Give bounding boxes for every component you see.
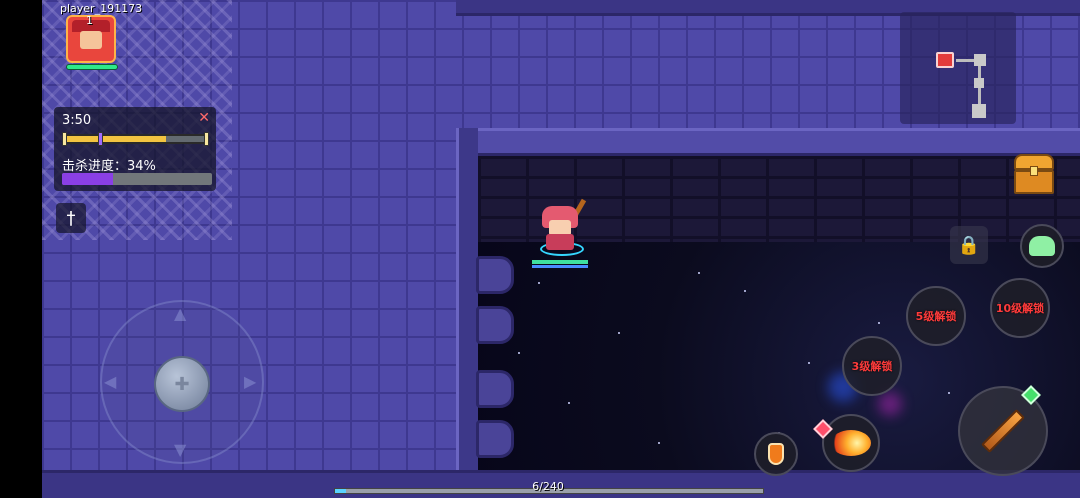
backpack-icon[interactable] [1014,154,1054,194]
minimap[interactable] [900,12,1016,124]
skill-slot-level10[interactable]: 10级解锁 [990,278,1050,338]
joystick-right-arrow-icon: ▶ [244,372,257,391]
dash-skill-button[interactable] [1020,224,1064,268]
experience-text: 6/240 [532,480,564,493]
sword-icon[interactable]: † [56,203,86,233]
room-left-wall [456,128,478,470]
skill-unlock-label: 3级解锁 [851,360,893,373]
pillar [476,370,514,408]
minimap-corridor [956,59,976,62]
nebula-magenta [878,392,902,416]
potion-button[interactable] [754,432,798,476]
pillar [476,420,514,458]
star [618,332,620,334]
star [744,290,746,292]
experience-fill [335,489,346,493]
skill-slot-level3[interactable]: 3级解锁 [842,336,902,396]
ghost-dash-icon [1029,236,1055,256]
fireball-icon [831,430,871,456]
joystick-thumb[interactable]: ✚ [154,356,210,412]
skill-unlock-label: 5级解锁 [915,310,957,323]
wave-marker-current [98,132,103,146]
minimap-player-room [936,52,954,68]
skill-slot-level5[interactable]: 5级解锁 [906,286,966,346]
kill-progress-label: 击杀进度：34% [62,159,156,174]
lock-icon[interactable]: 🔒 [950,226,988,264]
wave-progress-bar [62,132,209,146]
star [808,362,810,364]
hero-body [546,234,574,250]
wave-progress-fill [64,136,167,142]
star [948,392,950,394]
hero-hp-bar [532,260,588,264]
pillar [476,256,514,294]
close-icon[interactable]: ✕ [198,110,210,126]
chest-latch [1030,166,1038,176]
star [698,272,700,274]
player-level: 1 [86,14,93,27]
joystick-down-arrow-icon: ▼ [174,440,187,459]
star [878,322,880,324]
wave-timer: 3:50 [62,113,92,128]
fireball-skill-button[interactable] [822,414,880,472]
player-name: player_191173 [60,2,143,15]
joystick-left-arrow-icon: ◀ [104,372,117,391]
minimap-corridor [978,88,981,104]
avatar-face [80,31,102,49]
skill-unlock-label: 10级解锁 [995,302,1045,315]
minimap-room [974,78,984,88]
minimap-room [974,54,986,66]
kill-progress-bar [62,173,212,185]
hero-character [536,198,590,258]
room-top-wall [458,128,1080,156]
minimap-room [972,104,986,118]
wave-marker-end [204,132,209,146]
kill-progress-fill [62,173,113,185]
player-hp-bar [66,64,118,70]
star [518,352,520,354]
game-scene: player_191173 1 3:50 ✕ 击杀进度：34% † ▲ ▼ ◀ [0,0,1080,498]
wave-marker-start [62,132,67,146]
star [538,282,540,284]
star [658,442,660,444]
wave-panel: 3:50 ✕ 击杀进度：34% [54,107,216,191]
pillar [476,306,514,344]
potion-icon [768,443,784,465]
sword-weapon-icon [981,409,1025,453]
star [568,402,570,404]
hero-mp-bar [532,265,588,268]
joystick-up-arrow-icon: ▲ [174,304,187,323]
